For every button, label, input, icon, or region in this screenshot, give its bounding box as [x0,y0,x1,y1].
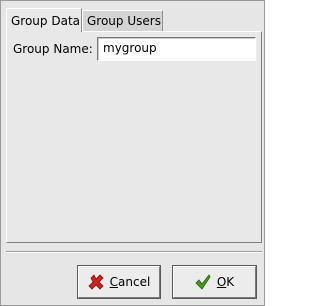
tab-group-data[interactable]: Group Data [6,8,82,32]
group-name-label: Group Name: [13,42,93,56]
tab-group-users-label: Group Users [87,14,161,28]
cancel-button[interactable]: Cancel [77,265,161,299]
tab-group-users[interactable]: Group Users [82,10,163,31]
button-separator [6,251,262,253]
ok-button-label: OK [216,275,235,289]
group-data-panel: Group Name: mygroup [6,31,262,243]
group-properties-dialog: Group Data Group Users Group Name: mygro… [0,0,265,306]
cancel-button-label: Cancel [109,275,151,289]
checkmark-icon [195,274,211,290]
group-name-input[interactable]: mygroup [97,37,256,61]
ok-button[interactable]: OK [172,265,257,299]
cancel-x-icon [88,274,104,290]
tab-group-data-label: Group Data [11,14,80,28]
